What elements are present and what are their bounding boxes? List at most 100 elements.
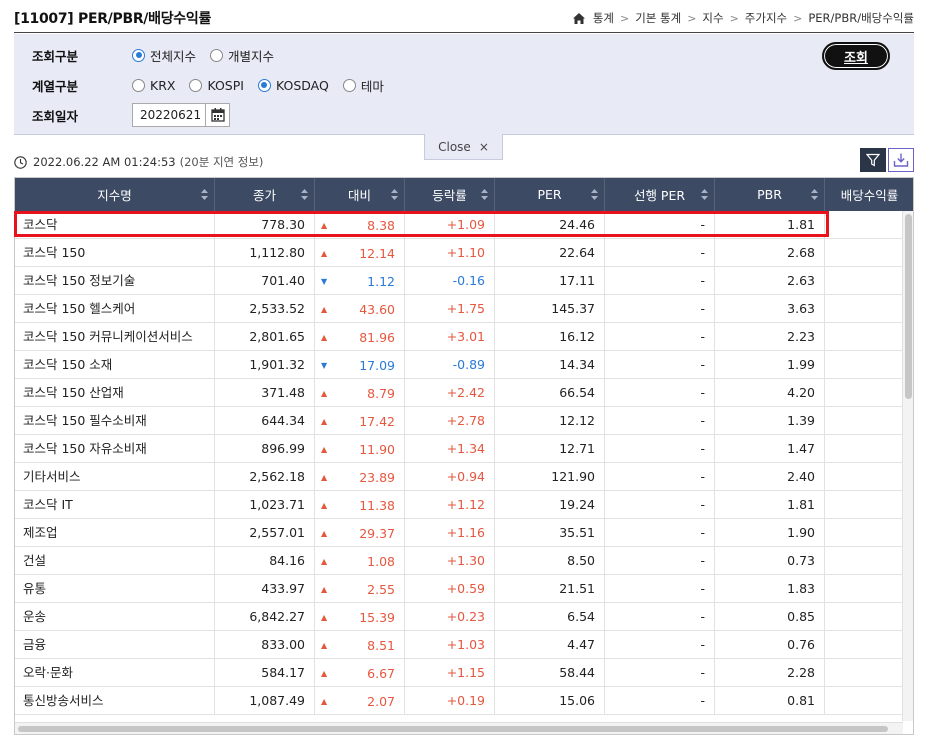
sort-icon[interactable] xyxy=(701,189,708,200)
table-row[interactable]: 코스닥 150 정보기술 701.40 ▼ 1.12 -0.16 17.11-2.63 xyxy=(15,267,903,295)
delay-note: (20분 지연 정보) xyxy=(179,155,264,169)
radio-selected-icon[interactable] xyxy=(257,78,271,92)
radio-label: KOSDAQ xyxy=(275,77,329,93)
column-header[interactable]: 대비 xyxy=(315,178,405,211)
change-value: 23.89 xyxy=(359,469,395,485)
table-row[interactable]: 운송 6,842.27 ▲ 15.39 +0.23 6.54-0.85 xyxy=(15,603,903,631)
calendar-button[interactable] xyxy=(206,103,230,127)
table-row[interactable]: 코스닥 150 자유소비재 896.99 ▲ 11.90 +1.34 12.71-1.47 xyxy=(15,435,903,463)
download-icon xyxy=(893,153,909,167)
close-panel-tab[interactable]: Close × xyxy=(424,134,503,160)
home-icon[interactable] xyxy=(572,12,585,24)
table-row[interactable]: 건설 84.16 ▲ 1.08 +1.30 8.50-0.73 xyxy=(15,547,903,575)
column-header-label: PER xyxy=(537,187,562,202)
sort-icon[interactable] xyxy=(391,189,398,200)
cell-rate: +1.09 xyxy=(405,211,495,239)
column-header[interactable]: PER xyxy=(495,178,605,211)
column-header[interactable]: 종가 xyxy=(215,178,315,211)
radio-label: KRX xyxy=(150,77,176,93)
radio-icon[interactable] xyxy=(189,78,203,92)
cell-dividend-yield xyxy=(825,351,903,379)
table-body: 코스닥 778.30 ▲ 8.38 +1.09 24.46-1.81 코스닥 150 1,11… xyxy=(15,211,903,715)
radio-icon[interactable] xyxy=(132,78,145,92)
breadcrumb: 통계 > 기본 통계 > 지수 > 주가지수 > PER/PBR/배당수익률 xyxy=(572,10,914,26)
cell-forward-per: - xyxy=(605,659,715,687)
table-row[interactable]: 제조업 2,557.01 ▲ 29.37 +1.16 35.51-1.90 xyxy=(15,519,903,547)
horizontal-scroll-thumb[interactable] xyxy=(18,726,888,732)
date-input[interactable]: 20220621 xyxy=(132,103,206,127)
table-row[interactable]: 오락·문화 584.17 ▲ 6.67 +1.15 58.44-2.28 xyxy=(15,659,903,687)
download-button[interactable] xyxy=(888,148,914,172)
cell-dividend-yield xyxy=(825,491,903,519)
change-value: 29.37 xyxy=(359,525,395,541)
cell-index-name: 코스닥 150 자유소비재 xyxy=(15,435,215,463)
change-value: 6.67 xyxy=(367,665,395,681)
breadcrumb-item-1[interactable]: 기본 통계 xyxy=(635,10,681,26)
cell-rate: +1.15 xyxy=(405,659,495,687)
arrow-up-icon: ▲ xyxy=(321,388,328,398)
cell-close: 433.97 xyxy=(215,575,315,603)
table-row[interactable]: 통신방송서비스 1,087.49 ▲ 2.07 +0.19 15.06-0.81 xyxy=(15,687,903,715)
breadcrumb-item-2[interactable]: 지수 xyxy=(702,10,723,26)
table-row[interactable]: 유통 433.97 ▲ 2.55 +0.59 21.51-1.83 xyxy=(15,575,903,603)
cell-pbr: 1.83 xyxy=(715,575,825,603)
cell-per: 121.90 xyxy=(495,463,605,491)
table-row[interactable]: 코스닥 150 소재 1,901.32 ▼ 17.09 -0.89 14.34-1.99 xyxy=(15,351,903,379)
vertical-scrollbar[interactable] xyxy=(902,211,913,721)
cell-change: ▲ 8.79 xyxy=(315,379,405,407)
column-header[interactable]: 배당수익률 xyxy=(825,178,913,211)
radio-selected-icon[interactable] xyxy=(132,48,145,62)
cell-forward-per: - xyxy=(605,435,715,463)
cell-forward-per: - xyxy=(605,323,715,351)
cell-index-name: 코스닥 150 소재 xyxy=(15,351,215,379)
table-row[interactable]: 코스닥 150 헬스케어 2,533.52 ▲ 43.60 +1.75 145.37-3.… xyxy=(15,295,903,323)
radio-krx[interactable]: KRX xyxy=(132,78,175,93)
chevron-right-icon: > xyxy=(793,11,803,25)
cell-change: ▲ 8.51 xyxy=(315,631,405,659)
query-button[interactable]: 조회 xyxy=(822,42,890,70)
filter-icon xyxy=(866,153,880,167)
cell-index-name: 코스닥 150 커뮤니케이션서비스 xyxy=(15,323,215,351)
cell-index-name: 제조업 xyxy=(15,519,215,547)
cell-rate: +1.12 xyxy=(405,491,495,519)
vertical-scroll-thumb[interactable] xyxy=(905,214,912,399)
breadcrumb-item-3[interactable]: 주가지수 xyxy=(745,10,787,26)
table-row[interactable]: 코스닥 150 필수소비재 644.34 ▲ 17.42 +2.78 12.12-1.39 xyxy=(15,407,903,435)
table-row[interactable]: 금융 833.00 ▲ 8.51 +1.03 4.47-0.76 xyxy=(15,631,903,659)
breadcrumb-item-0[interactable]: 통계 xyxy=(593,10,614,26)
radio-theme[interactable]: 테마 xyxy=(342,76,384,95)
table-row[interactable]: 코스닥 150 산업재 371.48 ▲ 8.79 +2.42 66.54-4.20 xyxy=(15,379,903,407)
radio-all-index[interactable]: 전체지수 xyxy=(132,46,196,65)
table-row[interactable]: 코스닥 IT 1,023.71 ▲ 11.38 +1.12 19.24-1.81 xyxy=(15,491,903,519)
horizontal-scrollbar[interactable] xyxy=(15,722,903,734)
arrow-down-icon: ▼ xyxy=(321,276,328,286)
column-header[interactable]: PBR xyxy=(715,178,825,211)
radio-individual-index[interactable]: 개별지수 xyxy=(210,46,274,65)
radio-icon[interactable] xyxy=(342,78,356,92)
filter-button[interactable] xyxy=(860,148,886,172)
table-row[interactable]: 코스닥 778.30 ▲ 8.38 +1.09 24.46-1.81 xyxy=(15,211,903,239)
cell-pbr: 4.20 xyxy=(715,379,825,407)
sort-icon[interactable] xyxy=(591,189,598,200)
column-header[interactable]: 지수명 xyxy=(15,178,215,211)
cell-rate: +1.30 xyxy=(405,547,495,575)
breadcrumb-item-4[interactable]: PER/PBR/배당수익률 xyxy=(808,10,914,26)
type-row: 조회구분 전체지수 개별지수 xyxy=(32,45,288,65)
column-header[interactable]: 선행 PER xyxy=(605,178,715,211)
sort-icon[interactable] xyxy=(201,189,208,200)
arrow-up-icon: ▲ xyxy=(321,220,328,230)
cell-forward-per: - xyxy=(605,547,715,575)
radio-icon[interactable] xyxy=(210,48,224,62)
sort-icon[interactable] xyxy=(301,189,308,200)
radio-kosdaq[interactable]: KOSDAQ xyxy=(257,77,329,93)
sort-icon[interactable] xyxy=(811,189,818,200)
radio-kospi[interactable]: KOSPI xyxy=(189,78,244,93)
cell-per: 16.12 xyxy=(495,323,605,351)
column-header[interactable]: 등락률 xyxy=(405,178,495,211)
cell-forward-per: - xyxy=(605,379,715,407)
sort-icon[interactable] xyxy=(481,189,488,200)
table-row[interactable]: 기타서비스 2,562.18 ▲ 23.89 +0.94 121.90-2.40 xyxy=(15,463,903,491)
table-row[interactable]: 코스닥 150 커뮤니케이션서비스 2,801.65 ▲ 81.96 +3.01 16.1… xyxy=(15,323,903,351)
arrow-up-icon: ▲ xyxy=(321,612,328,622)
table-row[interactable]: 코스닥 150 1,112.80 ▲ 12.14 +1.10 22.64-2.68 xyxy=(15,239,903,267)
